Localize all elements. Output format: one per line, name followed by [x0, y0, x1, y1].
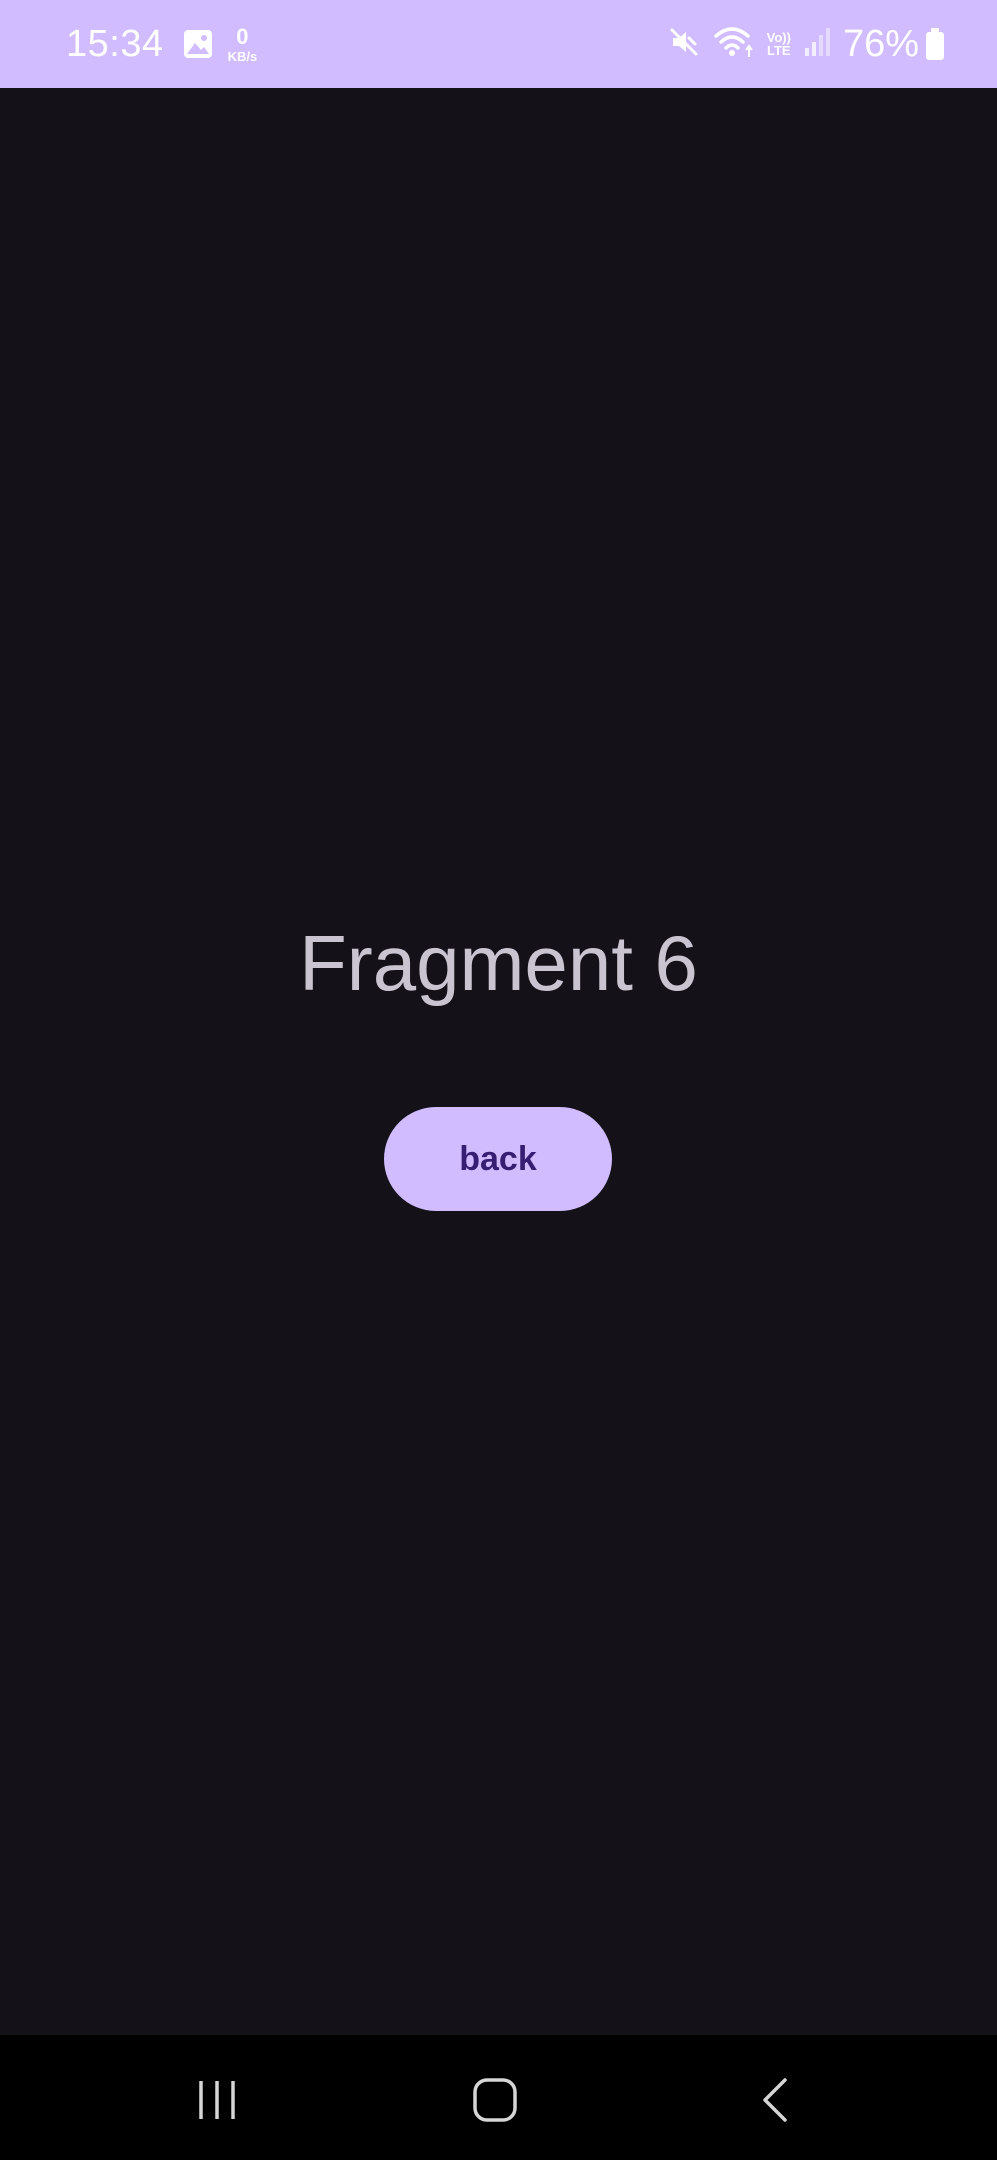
- gallery-icon: [182, 28, 214, 60]
- clock: 15:34: [66, 22, 164, 65]
- fragment-title: Fragment 6: [299, 919, 698, 1007]
- volte-icon: Vo)) LTE: [767, 31, 791, 57]
- mute-icon: [667, 25, 701, 64]
- status-right: Vo)) LTE 76%: [655, 23, 945, 66]
- network-speed: 0 KB/s: [227, 23, 258, 64]
- battery-icon: [925, 27, 945, 61]
- signal-icon: [803, 26, 833, 63]
- battery-percent: 76%: [842, 22, 919, 65]
- network-speed-unit: KB/s: [227, 48, 258, 64]
- back-nav-icon[interactable]: [740, 2065, 810, 2135]
- wifi-icon: [713, 25, 755, 64]
- navigation-bar: [0, 2035, 997, 2160]
- screen: 15:34 0 KB/s Vo)) LTE 76% Fragment 6 bac…: [0, 0, 997, 2160]
- status-bar: 15:34 0 KB/s Vo)) LTE 76%: [0, 0, 997, 88]
- main-content: Fragment 6 back: [0, 88, 997, 2035]
- status-left: 15:34 0 KB/s: [66, 23, 257, 66]
- network-speed-value: 0: [236, 23, 249, 49]
- home-icon[interactable]: [460, 2065, 530, 2135]
- back-button[interactable]: back: [384, 1107, 612, 1211]
- recents-icon[interactable]: [182, 2065, 252, 2135]
- volte-bottom-label: LTE: [766, 43, 791, 58]
